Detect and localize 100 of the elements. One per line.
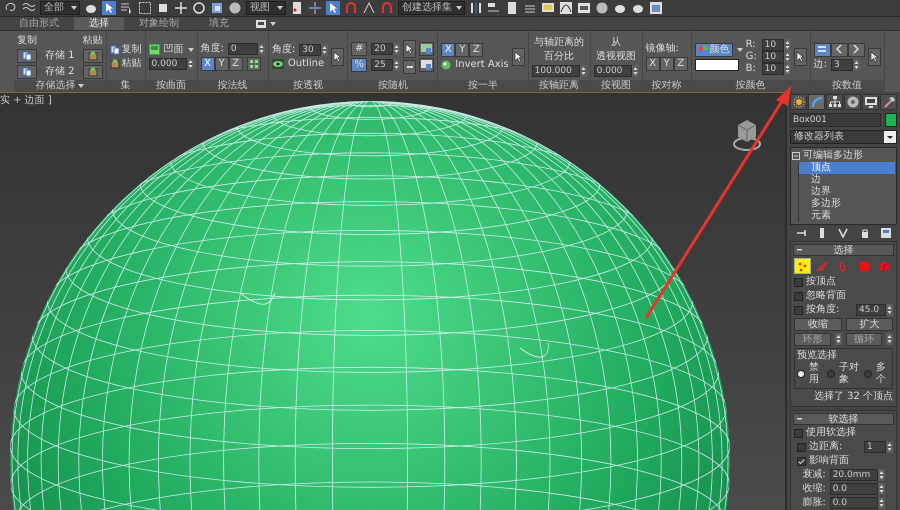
axis-button[interactable]: Z: [469, 42, 484, 56]
selection-button[interactable]: 循环: [846, 333, 882, 346]
cursor-button[interactable]: [403, 40, 416, 58]
paste-button[interactable]: [82, 48, 103, 62]
spinner-icon[interactable]: [853, 58, 860, 70]
select-icon-button[interactable]: [419, 42, 434, 56]
panel-tab[interactable]: [826, 94, 843, 110]
dashed-square-icon[interactable]: [138, 1, 152, 15]
fork-icon[interactable]: [838, 228, 848, 238]
checkbox[interactable]: [797, 456, 806, 466]
stack-item[interactable]: 可编辑多边形: [803, 150, 863, 162]
number-field[interactable]: 30: [299, 44, 322, 56]
viewport-label[interactable]: 实 + 边面 ]: [0, 95, 52, 107]
move-icon[interactable]: [174, 1, 188, 15]
spinner-icon[interactable]: [886, 333, 893, 345]
compare-mode-button[interactable]: [814, 42, 831, 56]
frame-icon[interactable]: [649, 1, 663, 15]
number-field[interactable]: 10: [762, 50, 784, 62]
paste-button[interactable]: [82, 64, 103, 78]
checkbox[interactable]: [794, 306, 803, 314]
pin-icon[interactable]: [796, 228, 806, 238]
axis-icon[interactable]: [308, 1, 322, 15]
object-name-field[interactable]: Box001: [790, 113, 881, 127]
panel-tab[interactable]: [790, 94, 807, 110]
axis-button[interactable]: Z: [228, 56, 243, 70]
spinner-icon[interactable]: [393, 42, 400, 54]
ribbon-tab[interactable]: 自由形式: [4, 17, 74, 30]
spinner-icon[interactable]: [886, 304, 893, 316]
axis-button[interactable]: X: [646, 56, 660, 70]
cursor-button[interactable]: [512, 48, 525, 66]
axis-button[interactable]: Y: [455, 42, 470, 56]
axis-button[interactable]: Z: [674, 56, 688, 70]
number-field[interactable]: 0: [228, 42, 258, 54]
number-field[interactable]: 10: [762, 38, 784, 50]
config-icon[interactable]: [881, 228, 892, 238]
sphere-icon[interactable]: [228, 1, 242, 15]
monitor-icon[interactable]: [541, 1, 555, 15]
selection-button[interactable]: 环形: [794, 333, 830, 346]
selection-button[interactable]: 收缩: [794, 318, 842, 331]
compare-mode-button[interactable]: [848, 42, 865, 56]
ribbon-tab[interactable]: 填充: [194, 17, 244, 30]
panel-tab[interactable]: [808, 94, 825, 110]
number-field[interactable]: 3: [831, 58, 853, 70]
radio-button[interactable]: [797, 370, 805, 378]
panel-tab[interactable]: [844, 94, 861, 110]
subobject-level-button[interactable]: [794, 258, 811, 274]
axis-button[interactable]: X: [441, 42, 456, 56]
number-field[interactable]: 20.0mm: [830, 469, 878, 481]
panel-tab[interactable]: [880, 94, 897, 110]
sphere-icon[interactable]: [595, 1, 609, 15]
scale-icon[interactable]: [210, 1, 224, 15]
number-field[interactable]: 0.000: [148, 58, 187, 70]
modifier-list-dropdown[interactable]: 修改器列表: [790, 130, 897, 144]
radio-button[interactable]: [864, 370, 872, 378]
list-icon[interactable]: [120, 1, 134, 15]
stack-sub-item[interactable]: 顶点: [798, 162, 895, 174]
checkbox[interactable]: [794, 292, 803, 300]
number-field[interactable]: 45.0: [856, 304, 886, 316]
number-field[interactable]: 1: [864, 441, 886, 453]
copy-button[interactable]: 复制: [110, 44, 142, 56]
ribbon-tab[interactable]: 选择: [74, 17, 124, 30]
dropdown[interactable]: 视图: [246, 1, 286, 15]
document-icon[interactable]: [505, 1, 519, 15]
cursor-button[interactable]: [868, 48, 881, 66]
dropdown[interactable]: 创建选择集: [398, 1, 465, 15]
ribbon-tab[interactable]: 对象绘制: [124, 17, 194, 30]
stack-sub-item[interactable]: 多边形: [798, 198, 895, 210]
collapse-icon[interactable]: [792, 152, 800, 160]
number-field[interactable]: 25: [371, 58, 394, 70]
radio-button[interactable]: [827, 370, 835, 378]
cursor-icon[interactable]: [102, 1, 116, 15]
mirror-icon[interactable]: [469, 1, 483, 15]
color-swatch[interactable]: [885, 113, 897, 127]
number-field[interactable]: 0.0: [830, 497, 878, 509]
paste-button[interactable]: 粘贴: [110, 58, 142, 70]
mode-toggle-button[interactable]: #: [351, 42, 368, 56]
number-field[interactable]: 100.000: [532, 64, 580, 76]
dropdown[interactable]: 全部: [40, 1, 80, 15]
selection-button[interactable]: 扩大: [846, 318, 893, 331]
spinner-icon[interactable]: [393, 58, 400, 70]
grid-button[interactable]: [246, 56, 261, 70]
cursor-icon[interactable]: [326, 1, 340, 15]
lock-icon[interactable]: [860, 228, 870, 238]
rollout-header[interactable]: 选择: [793, 244, 894, 256]
number-field[interactable]: 0.000: [594, 64, 632, 76]
color-swatch[interactable]: [694, 58, 739, 70]
viewcube-icon[interactable]: [732, 117, 762, 153]
angle-icon[interactable]: [362, 1, 376, 15]
curve-icon[interactable]: [559, 1, 573, 15]
cursor-button[interactable]: [331, 48, 344, 66]
rollout-header[interactable]: 软选择: [793, 413, 894, 425]
spinner-icon[interactable]: [321, 44, 328, 56]
axis-button[interactable]: Y: [214, 56, 229, 70]
stack-sub-item[interactable]: 元素: [798, 210, 895, 222]
box-icon[interactable]: [577, 1, 591, 15]
spinner-icon[interactable]: [886, 441, 893, 453]
checkbox[interactable]: [794, 278, 803, 286]
panel-tab[interactable]: [862, 94, 879, 110]
copy-button[interactable]: [17, 48, 37, 62]
compare-mode-button[interactable]: [830, 42, 848, 56]
